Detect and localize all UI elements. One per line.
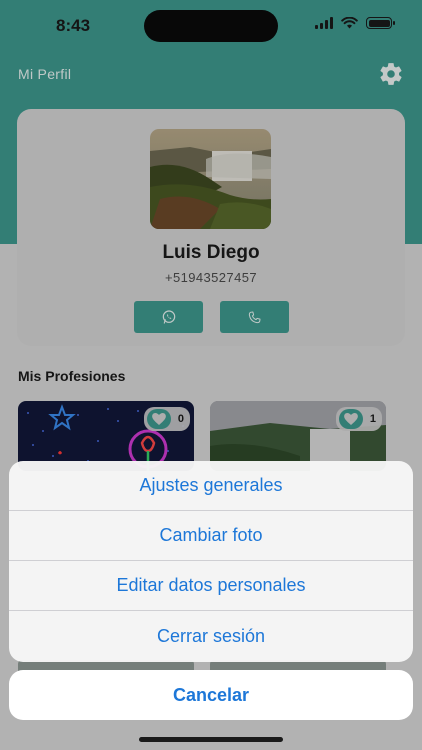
action-general-settings[interactable]: Ajustes generales (9, 461, 413, 511)
action-logout[interactable]: Cerrar sesión (9, 611, 413, 662)
action-sheet: Ajustes generales Cambiar foto Editar da… (9, 461, 413, 662)
action-edit-personal-data[interactable]: Editar datos personales (9, 561, 413, 611)
action-change-photo[interactable]: Cambiar foto (9, 511, 413, 561)
cancel-button[interactable]: Cancelar (9, 670, 413, 720)
home-indicator[interactable] (139, 737, 283, 742)
